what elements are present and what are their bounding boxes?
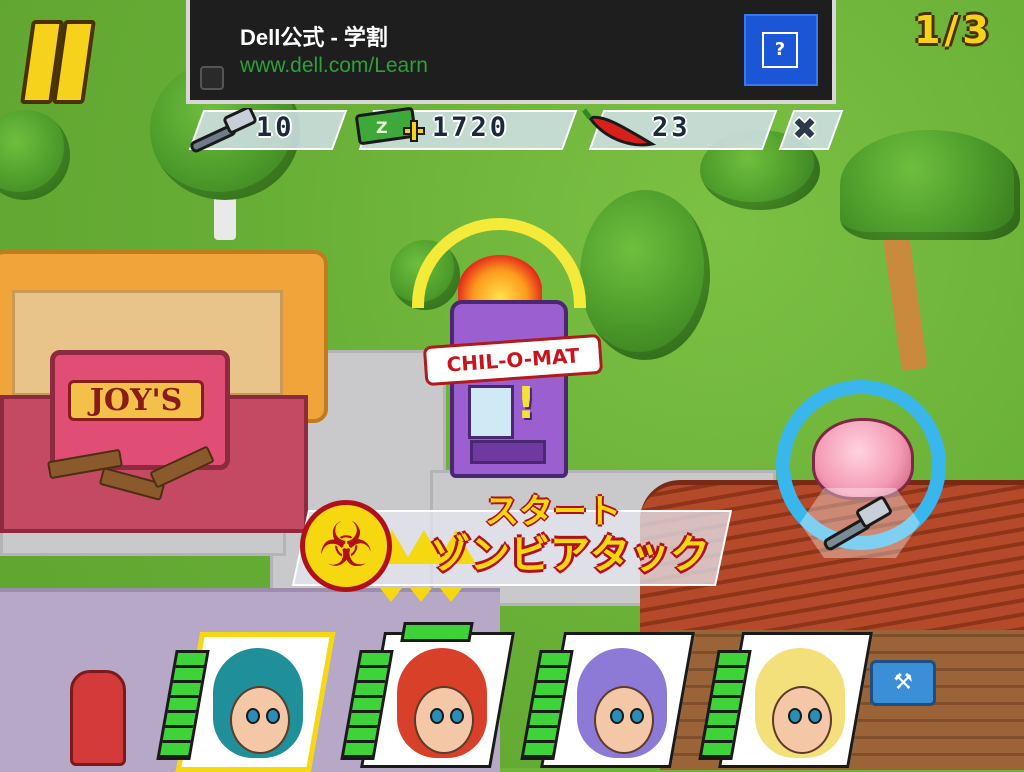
- character-face: [230, 686, 290, 754]
- resource-bar: 10 Z 1720 23: [186, 107, 844, 153]
- level-counter: 1/3: [914, 8, 993, 52]
- hammers-count: 10: [256, 112, 295, 143]
- svg-text:Z: Z: [376, 118, 388, 137]
- machine-alert-icon: !: [516, 378, 537, 429]
- ad-url[interactable]: www.dell.com/Learn: [240, 54, 428, 78]
- down-arrow-icon: [380, 588, 402, 602]
- money-icon: Z: [355, 107, 425, 145]
- character-face: [594, 686, 654, 754]
- shop-sign-label: JOY'S: [68, 380, 204, 421]
- question-icon: ?: [762, 32, 798, 68]
- event-title: ゾンビアタック: [430, 532, 710, 578]
- brain-icon: [812, 418, 914, 500]
- ad-checkbox[interactable]: [200, 66, 224, 90]
- down-arrow-icon: [410, 588, 432, 602]
- character-eye: [630, 708, 644, 724]
- character-eye: [450, 708, 464, 724]
- hydrant[interactable]: [70, 670, 126, 766]
- machine-slot: [470, 440, 546, 464]
- biohazard-icon: ☣: [300, 500, 392, 592]
- money-count: 1720: [432, 112, 510, 143]
- pause-button[interactable]: [18, 16, 96, 104]
- wrench-icon: ⚒: [870, 660, 936, 706]
- ad-title[interactable]: Dell公式 - 学割: [240, 20, 388, 52]
- character-eye: [430, 708, 444, 724]
- character-eye: [610, 708, 624, 724]
- character-eye: [788, 708, 802, 724]
- hammer-icon: [823, 496, 892, 551]
- energy-meter-top: [400, 622, 474, 642]
- tree[interactable]: [0, 110, 70, 200]
- palm-tree[interactable]: [840, 130, 1020, 240]
- character-card[interactable]: [156, 612, 336, 772]
- hammer-icon: [190, 108, 257, 153]
- chili-icon: [582, 108, 657, 147]
- character-eye: [266, 708, 280, 724]
- character-eye: [246, 708, 260, 724]
- character-eye: [808, 708, 822, 724]
- character-card[interactable]: [340, 612, 515, 768]
- down-arrow-icon: [440, 588, 462, 602]
- chili-count: 23: [652, 112, 691, 143]
- close-icon[interactable]: ✖: [792, 112, 817, 147]
- ad-banner[interactable]: [186, 0, 836, 104]
- character-card[interactable]: [698, 612, 873, 768]
- character-face: [414, 686, 474, 754]
- tree[interactable]: [580, 190, 710, 360]
- palm-trunk: [882, 228, 928, 372]
- character-card[interactable]: [520, 612, 695, 768]
- character-face: [772, 686, 832, 754]
- machine-screen: [468, 385, 514, 439]
